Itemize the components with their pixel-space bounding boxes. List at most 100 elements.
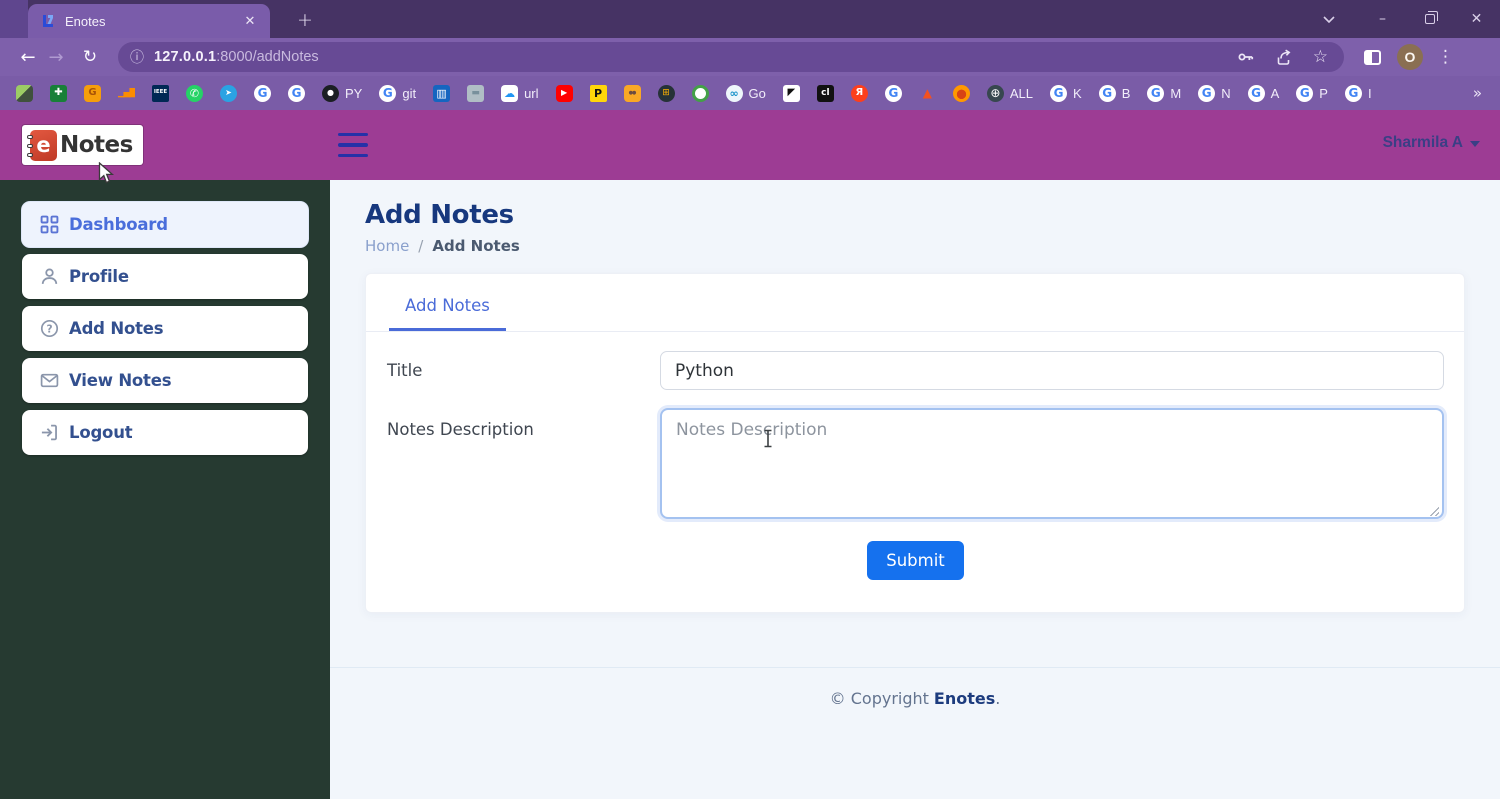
bookmark-item[interactable]: IEEE <box>152 85 169 102</box>
bookmark-item[interactable]: ∞Go <box>726 85 766 102</box>
bookmark-item[interactable] <box>692 85 709 102</box>
bookmark-item[interactable]: GA <box>1248 85 1280 102</box>
google-icon: G <box>1099 85 1116 102</box>
footer-brand: Enotes <box>934 689 995 708</box>
bookmark-star-icon[interactable]: ☆ <box>1313 47 1328 67</box>
bookmark-item[interactable]: ✚ <box>50 85 67 102</box>
bookmark-item[interactable]: ▶ <box>556 85 573 102</box>
yandex-icon: Я <box>851 85 868 102</box>
bookmark-item[interactable]: ⊞ <box>658 85 675 102</box>
bookmark-item[interactable]: cl <box>817 85 834 102</box>
question-icon: ? <box>40 319 59 338</box>
bookmark-item[interactable]: G <box>84 85 101 102</box>
bookmark-item[interactable]: ⊕ALL <box>987 85 1033 102</box>
bookmark-item[interactable]: P <box>590 85 607 102</box>
sidebar-item-view-notes[interactable]: View Notes <box>22 358 308 403</box>
bookmark-item[interactable]: ▲ <box>919 85 936 102</box>
matlab-icon: ▲ <box>919 85 936 102</box>
main-content: Add Notes Home / Add Notes Add Notes Tit… <box>330 180 1500 799</box>
bookmark-item[interactable]: G <box>885 85 902 102</box>
green-ring-icon <box>692 85 709 102</box>
person-icon <box>40 267 59 286</box>
bookmark-item[interactable]: GB <box>1099 85 1131 102</box>
svg-text:?: ? <box>46 323 52 335</box>
footer-copyright: © CopyrightEnotes. <box>365 689 1465 708</box>
bookmark-label: A <box>1271 86 1280 101</box>
sidebar-item-label: Dashboard <box>69 215 168 234</box>
submit-button[interactable]: Submit <box>867 541 964 580</box>
sidebar-item-add-notes[interactable]: ? Add Notes <box>22 306 308 351</box>
p-yellow-icon: P <box>590 85 607 102</box>
bookmark-item[interactable]: G <box>288 85 305 102</box>
bookmark-item[interactable]: G <box>254 85 271 102</box>
bookmarks-overflow-icon[interactable]: » <box>1473 84 1500 102</box>
bookmark-item[interactable]: ◤ <box>783 85 800 102</box>
add-notes-card: Add Notes Title Notes Description Submit <box>365 273 1465 613</box>
url-host: 127.0.0.1 <box>154 49 216 65</box>
youtube-icon: ▶ <box>556 85 573 102</box>
whatsapp-icon: ✆ <box>186 85 203 102</box>
bookmark-item[interactable]: ▬ <box>467 85 484 102</box>
breadcrumb-separator: / <box>418 237 423 255</box>
user-menu[interactable]: Sharmila A <box>1383 134 1480 152</box>
side-panel-icon[interactable] <box>1364 50 1381 65</box>
bookmark-label: N <box>1221 86 1230 101</box>
sidebar-item-label: Logout <box>69 423 132 442</box>
title-input[interactable] <box>660 351 1444 390</box>
forward-icon[interactable]: → <box>42 43 70 71</box>
bookmark-item[interactable]: Я <box>851 85 868 102</box>
bar-chart-icon: ▁▄▇ <box>118 85 135 102</box>
google-icon: G <box>1248 85 1265 102</box>
browser-menu-icon[interactable]: ⋮ <box>1437 47 1453 67</box>
google-icon: G <box>1198 85 1215 102</box>
breadcrumb-current: Add Notes <box>432 237 519 255</box>
tab-title: Enotes <box>65 14 240 29</box>
breadcrumb-home-link[interactable]: Home <box>365 237 409 255</box>
description-label: Notes Description <box>387 408 660 439</box>
google-icon: G <box>1345 85 1362 102</box>
new-tab-button[interactable]: + <box>292 7 318 33</box>
bookmark-item[interactable]: ▁▄▇ <box>118 85 135 102</box>
bookmark-item[interactable]: GN <box>1198 85 1230 102</box>
enotes-logo[interactable]: e Notes <box>22 125 143 165</box>
hamburger-menu-icon[interactable] <box>338 133 368 157</box>
bookmark-item[interactable] <box>953 85 970 102</box>
bookmark-item[interactable]: ●PY <box>322 85 362 102</box>
sidebar-item-logout[interactable]: Logout <box>22 410 308 455</box>
bookmark-item[interactable]: ☁url <box>501 85 538 102</box>
reload-icon[interactable]: ↻ <box>76 43 104 71</box>
bookmark-item[interactable]: GI <box>1345 85 1372 102</box>
bookmark-item[interactable]: ▥ <box>433 85 450 102</box>
description-textarea[interactable] <box>660 408 1444 519</box>
minimize-button[interactable]: – <box>1359 0 1406 38</box>
bookmark-item[interactable]: GM <box>1147 85 1181 102</box>
tab-add-notes[interactable]: Add Notes <box>389 296 506 331</box>
bookmark-item[interactable]: ●● <box>624 85 641 102</box>
bookmark-item[interactable]: ➤ <box>220 85 237 102</box>
close-tab-icon[interactable]: ✕ <box>240 11 260 31</box>
address-bar[interactable]: ⓘ 127.0.0.1:8000/addNotes ☆ <box>118 42 1344 72</box>
restore-button[interactable] <box>1406 0 1453 38</box>
back-icon[interactable]: ← <box>14 43 42 71</box>
bookmark-item[interactable] <box>16 85 33 102</box>
share-icon[interactable] <box>1275 48 1293 66</box>
tv-icon: ▬ <box>467 85 484 102</box>
adsense-icon <box>16 85 33 102</box>
browser-tab-enotes[interactable]: Enotes ✕ <box>28 4 270 38</box>
page-title: Add Notes <box>365 200 1465 230</box>
bookmark-item[interactable]: Ggit <box>379 85 416 102</box>
sidebar-item-label: Add Notes <box>69 319 163 338</box>
bookmark-item[interactable]: GK <box>1050 85 1082 102</box>
password-key-icon[interactable] <box>1237 48 1255 66</box>
tab-search-icon[interactable] <box>1309 0 1349 38</box>
text-cursor-icon <box>762 429 774 448</box>
bookmark-item[interactable]: GP <box>1296 85 1328 102</box>
bookmark-item[interactable]: ✆ <box>186 85 203 102</box>
close-window-button[interactable]: ✕ <box>1453 0 1500 38</box>
globe-icon: ⊕ <box>987 85 1004 102</box>
logout-icon <box>40 423 59 442</box>
profile-avatar[interactable]: O <box>1397 44 1423 70</box>
sidebar-item-profile[interactable]: Profile <box>22 254 308 299</box>
sidebar-item-dashboard[interactable]: Dashboard <box>22 202 308 247</box>
site-info-icon[interactable]: ⓘ <box>130 47 144 67</box>
